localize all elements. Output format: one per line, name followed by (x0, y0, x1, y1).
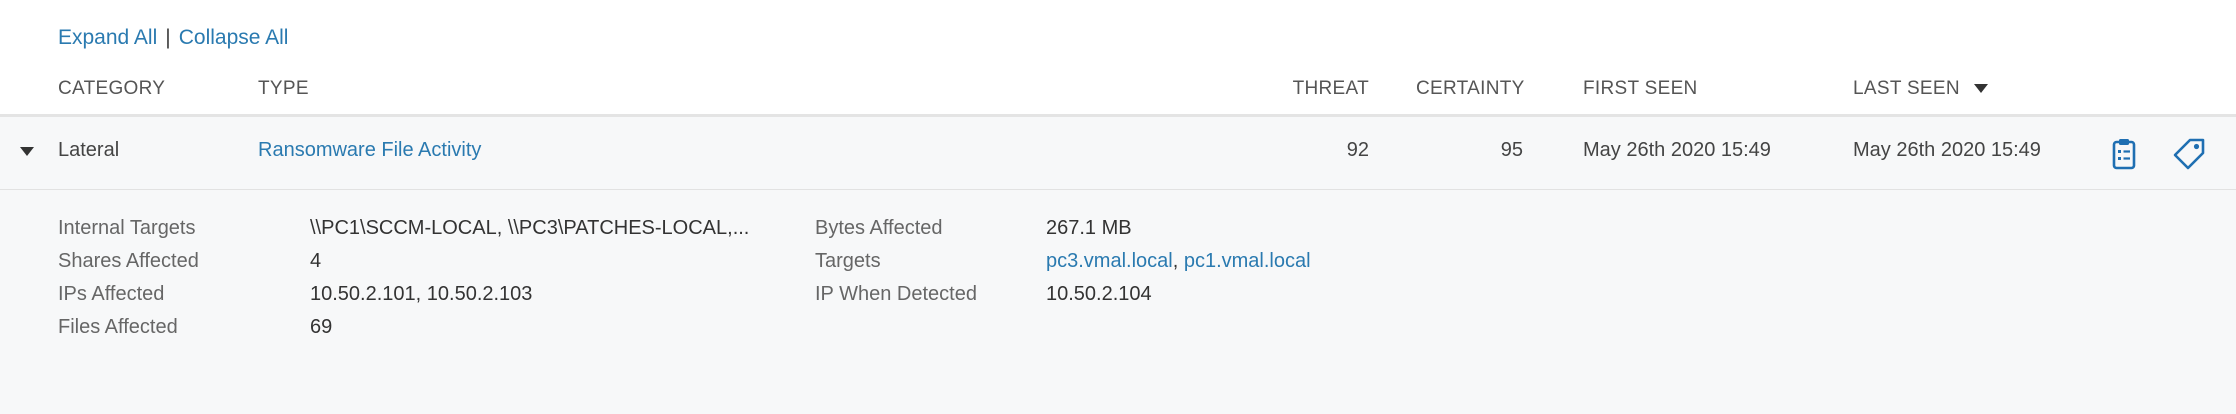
detail-panel: Internal Targets Shares Affected IPs Aff… (0, 190, 2236, 414)
row-threat: 92 (1346, 139, 1369, 161)
toolbar: Expand All | Collapse All (58, 26, 288, 50)
expand-all-link[interactable]: Expand All (58, 26, 157, 49)
column-header-threat[interactable]: THREAT (1266, 78, 1369, 100)
target-link[interactable]: pc3.vmal.local (1046, 250, 1173, 272)
files-affected-value: 69 (310, 316, 333, 338)
internal-targets-value: \\PC1\SCCM-LOCAL, \\PC3\PATCHES-LOCAL,..… (310, 217, 750, 239)
clipboard-icon[interactable] (2104, 134, 2144, 174)
target-link[interactable]: pc1.vmal.local (1184, 250, 1311, 272)
tag-icon[interactable] (2170, 134, 2210, 174)
internal-targets-label: Internal Targets (58, 217, 196, 239)
column-header-certainty[interactable]: CERTAINTY (1416, 78, 1525, 100)
column-header-category[interactable]: CATEGORY (58, 78, 165, 100)
ips-affected-label: IPs Affected (58, 283, 165, 305)
detail-labels-left: Internal Targets Shares Affected IPs Aff… (58, 212, 199, 344)
column-header-last-seen-label: LAST SEEN (1853, 78, 1960, 99)
row-type-link[interactable]: Ransomware File Activity (258, 139, 481, 162)
toolbar-separator: | (165, 26, 171, 49)
column-header-type[interactable]: TYPE (258, 78, 309, 100)
bytes-affected-value: 267.1 MB (1046, 217, 1132, 239)
detail-labels-right: Bytes Affected Targets IP When Detected (815, 212, 977, 311)
sort-descending-icon (1973, 84, 1988, 94)
detail-values-right: 267.1 MB pc3.vmal.local, pc1.vmal.local … (1046, 212, 1311, 311)
table-header: CATEGORY TYPE THREAT CERTAINTY FIRST SEE… (0, 72, 2236, 117)
column-header-last-seen[interactable]: LAST SEEN (1853, 78, 1988, 100)
shares-affected-value: 4 (310, 250, 322, 272)
targets-value: pc3.vmal.local, pc1.vmal.local (1046, 245, 1311, 278)
row-last-seen: May 26th 2020 15:49 (1853, 139, 2041, 161)
table-row[interactable]: Lateral Ransomware File Activity 92 95 M… (0, 117, 2236, 190)
collapse-all-link[interactable]: Collapse All (179, 26, 289, 49)
bytes-affected-label: Bytes Affected (815, 217, 943, 239)
targets-label: Targets (815, 250, 881, 272)
shares-affected-label: Shares Affected (58, 250, 199, 272)
row-first-seen: May 26th 2020 15:49 (1583, 139, 1771, 161)
files-affected-label: Files Affected (58, 316, 178, 338)
collapse-row-icon[interactable] (20, 147, 34, 156)
ips-affected-value: 10.50.2.101, 10.50.2.103 (310, 283, 533, 305)
column-header-first-seen[interactable]: FIRST SEEN (1583, 78, 1698, 100)
ip-when-detected-label: IP When Detected (815, 283, 977, 305)
row-certainty: 95 (1500, 139, 1523, 161)
row-category: Lateral (58, 139, 120, 161)
ip-when-detected-value: 10.50.2.104 (1046, 283, 1152, 305)
detail-values-left: \\PC1\SCCM-LOCAL, \\PC3\PATCHES-LOCAL,..… (310, 212, 749, 344)
targets-separator: , (1172, 250, 1179, 272)
